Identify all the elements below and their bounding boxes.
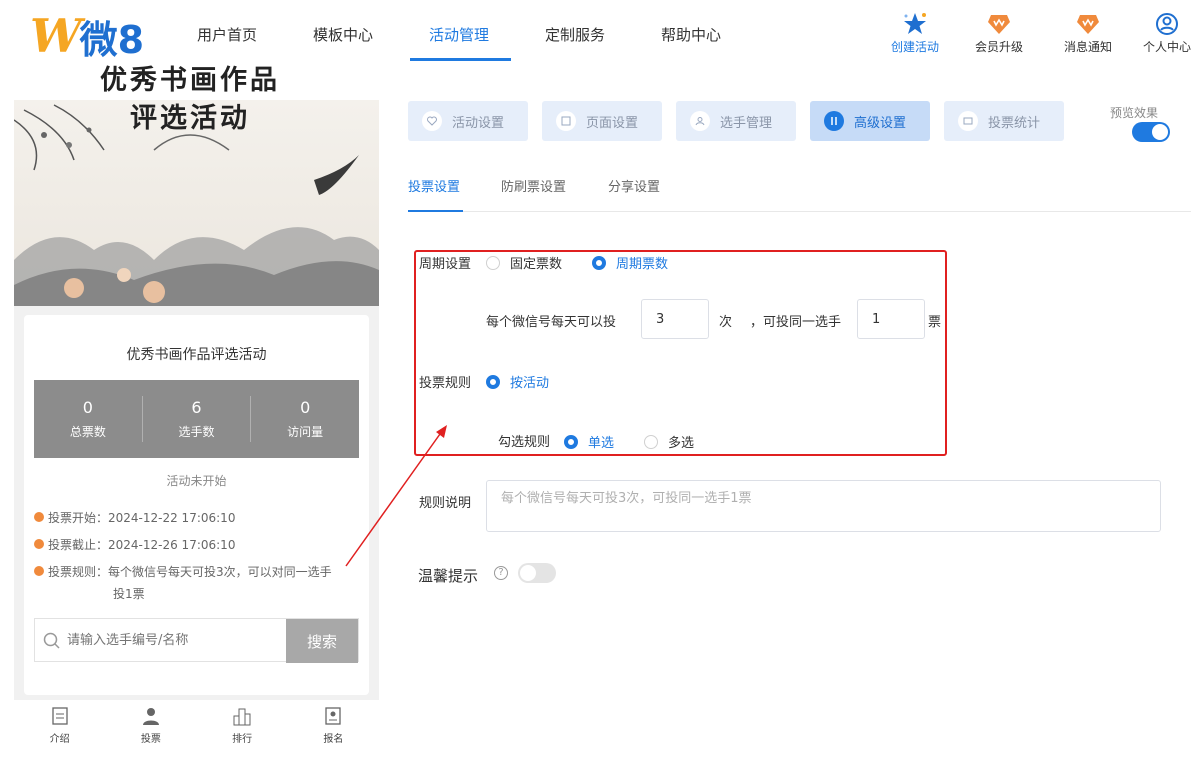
heart-icon bbox=[422, 111, 442, 131]
rule-description-textarea[interactable]: 每个微信号每天可投3次，可投同一选手1票 bbox=[486, 480, 1161, 532]
warm-tips-toggle[interactable] bbox=[518, 563, 556, 583]
search-button[interactable]: 搜索 bbox=[286, 619, 358, 663]
nav-active-indicator bbox=[410, 58, 511, 61]
user-icon bbox=[690, 111, 710, 131]
tab-ranking[interactable]: 排行 bbox=[197, 700, 288, 748]
highlight-box bbox=[414, 250, 947, 456]
personal-center-button[interactable]: 个人中心 bbox=[1132, 10, 1200, 55]
logo-mark: W bbox=[30, 9, 82, 63]
signup-form-icon bbox=[325, 707, 342, 725]
crown-badge-icon bbox=[987, 10, 1011, 38]
subtab-vote-settings[interactable]: 投票设置 bbox=[408, 176, 460, 195]
clock-icon bbox=[34, 512, 44, 522]
message-notice-button[interactable]: 消息通知 bbox=[1053, 10, 1123, 55]
activity-status: 活动未开始 bbox=[166, 474, 227, 488]
help-icon[interactable]: ? bbox=[494, 566, 508, 580]
vote-rule-info: 投票规则：每个微信号每天可投3次，可以对同一选手 bbox=[34, 563, 332, 580]
warm-tips-label: 温馨提示 bbox=[418, 567, 479, 585]
tab-vote-statistics[interactable]: 投票统计 bbox=[944, 101, 1064, 141]
vote-end-info: 投票截止：2024-12-26 17:06:10 bbox=[34, 536, 235, 553]
tab-vote[interactable]: 投票 bbox=[105, 700, 196, 748]
stat-total-votes: 0 总票数 bbox=[69, 398, 106, 439]
tab-page-settings[interactable]: 页面设置 bbox=[542, 101, 662, 141]
subtab-active-indicator bbox=[408, 210, 463, 212]
search-icon bbox=[43, 632, 60, 649]
stat-visits: 0 访问量 bbox=[287, 398, 324, 439]
nav-custom-service[interactable]: 定制服务 bbox=[545, 24, 605, 45]
preview-effect-label: 预览效果 bbox=[1110, 106, 1159, 120]
tab-signup[interactable]: 报名 bbox=[288, 700, 379, 748]
podium-icon bbox=[233, 708, 251, 726]
member-upgrade-button[interactable]: 会员升级 bbox=[964, 10, 1034, 55]
search-bar: 搜索 bbox=[34, 618, 359, 663]
nav-help-center[interactable]: 帮助中心 bbox=[661, 24, 721, 45]
chart-icon bbox=[958, 111, 978, 131]
sliders-icon bbox=[824, 111, 844, 131]
preview-effect-toggle[interactable] bbox=[1132, 122, 1170, 142]
create-activity-button[interactable]: 创建活动 bbox=[880, 10, 950, 55]
subtab-anti-fraud[interactable]: 防刷票设置 bbox=[501, 176, 566, 195]
banner-title: 优秀书画作品 评选活动 bbox=[100, 65, 280, 134]
search-input[interactable] bbox=[35, 619, 286, 661]
page-icon bbox=[556, 111, 576, 131]
person-icon bbox=[142, 708, 159, 725]
stats-panel: 0 总票数 6 选手数 0 访问量 bbox=[34, 380, 359, 458]
tab-activity-settings[interactable]: 活动设置 bbox=[408, 101, 528, 141]
activity-name: 优秀书画作品评选活动 bbox=[126, 347, 267, 363]
subtab-share-settings[interactable]: 分享设置 bbox=[608, 176, 660, 195]
clock-icon bbox=[34, 539, 44, 549]
star-icon bbox=[902, 10, 928, 38]
subtab-divider bbox=[408, 211, 1191, 212]
tab-candidate-management[interactable]: 选手管理 bbox=[676, 101, 796, 141]
rule-description-label: 规则说明 bbox=[419, 496, 472, 511]
nav-home[interactable]: 用户首页 bbox=[197, 24, 257, 45]
vote-start-info: 投票开始：2024-12-22 17:06:10 bbox=[34, 509, 235, 526]
tab-intro[interactable]: 介绍 bbox=[14, 700, 105, 748]
nav-activity-management[interactable]: 活动管理 bbox=[429, 24, 489, 45]
bell-badge-icon bbox=[1076, 10, 1100, 38]
mobile-tabbar: 介绍 投票 排行 报名 bbox=[14, 700, 379, 748]
logo[interactable]: W 微8 bbox=[30, 9, 144, 63]
stat-candidates: 6 选手数 bbox=[178, 398, 215, 439]
tab-advanced-settings[interactable]: 高级设置 bbox=[810, 101, 930, 141]
user-circle-icon bbox=[1155, 10, 1179, 38]
vote-rule-info-cont: 投1票 bbox=[113, 587, 145, 601]
document-icon bbox=[51, 707, 68, 725]
nav-templates[interactable]: 模板中心 bbox=[313, 24, 373, 45]
info-icon bbox=[34, 566, 44, 576]
logo-text: 微8 bbox=[79, 17, 145, 62]
